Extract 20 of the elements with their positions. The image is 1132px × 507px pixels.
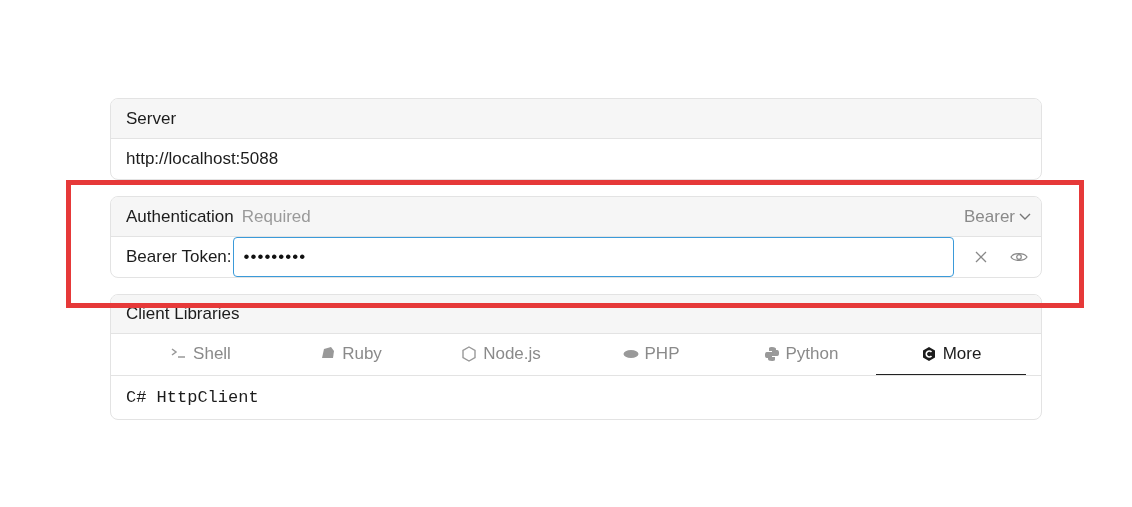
close-icon xyxy=(975,251,987,263)
library-tab[interactable]: More xyxy=(876,334,1026,375)
client-name: C# HttpClient xyxy=(126,386,259,409)
chevron-down-icon xyxy=(1019,212,1031,221)
server-url: http://localhost:5088 xyxy=(126,148,279,171)
library-tab[interactable]: Shell xyxy=(126,334,276,375)
required-label: Required xyxy=(241,205,311,228)
token-input-field[interactable]: ••••••••• xyxy=(232,237,954,277)
section-title: Authentication xyxy=(126,205,234,228)
eye-icon xyxy=(1010,251,1028,263)
field-label: Bearer Token: xyxy=(126,246,232,269)
snake-icon xyxy=(763,346,780,362)
library-tab[interactable]: Ruby xyxy=(276,334,426,375)
library-tab[interactable]: PHP xyxy=(576,334,726,375)
auth-scheme-dropdown[interactable]: Bearer xyxy=(963,203,1031,230)
library-tab[interactable]: Python xyxy=(726,334,876,375)
hexagon-icon xyxy=(461,346,478,362)
section-title: Server xyxy=(126,107,177,130)
library-tab[interactable]: Node.js xyxy=(426,334,576,375)
hexagon-icon xyxy=(920,346,937,362)
